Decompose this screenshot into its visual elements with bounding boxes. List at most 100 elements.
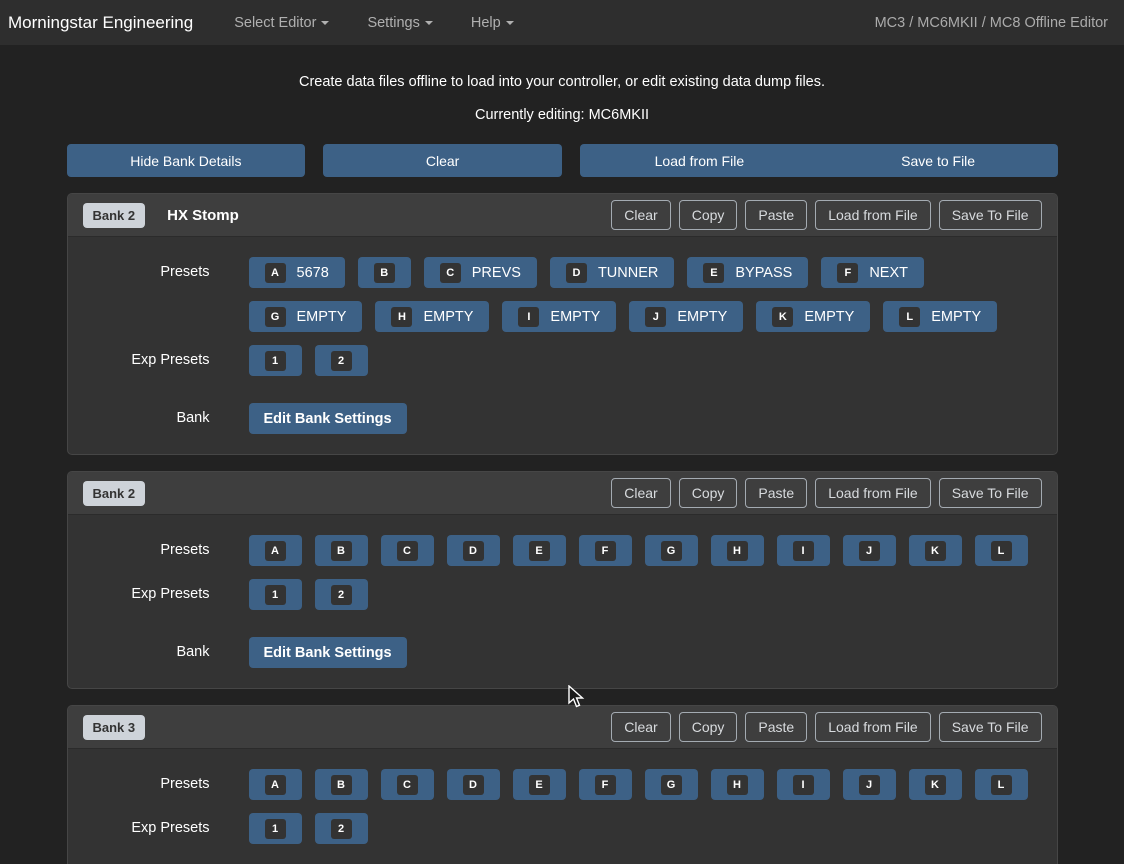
preset-name-label: TUNNER (598, 265, 658, 281)
preset-G-button[interactable]: G (645, 535, 698, 566)
bank-paste-button[interactable]: Paste (745, 478, 807, 508)
save-to-file-button[interactable]: Save to File (819, 144, 1058, 177)
exp-preset-buttons: 12 (249, 813, 1041, 857)
preset-F-button[interactable]: FNEXT (821, 257, 924, 288)
bank-panel-body: Presets ABCDEFGHIJKL Exp Presets 12 Bank… (68, 749, 1057, 864)
preset-D-button[interactable]: D (447, 769, 500, 800)
preset-I-button[interactable]: I (777, 769, 830, 800)
preset-D-button[interactable]: DTUNNER (550, 257, 674, 288)
bank-clear-button[interactable]: Clear (611, 200, 670, 230)
preset-J-button[interactable]: JEMPTY (629, 301, 743, 332)
preset-E-button[interactable]: EBYPASS (687, 257, 808, 288)
preset-key-badge: 2 (331, 351, 352, 371)
preset-F-button[interactable]: F (579, 535, 632, 566)
preset-key-badge: I (793, 775, 814, 795)
preset-C-button[interactable]: C (381, 535, 434, 566)
preset-J-button[interactable]: J (843, 535, 896, 566)
exp-preset-1-button[interactable]: 1 (249, 813, 302, 844)
nav-item-settings[interactable]: Settings (348, 7, 451, 39)
preset-B-button[interactable]: B (315, 769, 368, 800)
bank-save-to-file-button[interactable]: Save To File (939, 478, 1042, 508)
preset-name-label: EMPTY (423, 309, 473, 325)
bank-copy-button[interactable]: Copy (679, 478, 738, 508)
load-from-file-button[interactable]: Load from File (580, 144, 819, 177)
preset-key-badge: F (837, 263, 858, 283)
preset-K-button[interactable]: K (909, 535, 962, 566)
preset-name-label: BYPASS (735, 265, 792, 281)
preset-name-label: EMPTY (550, 309, 600, 325)
exp-presets-label: Exp Presets (84, 579, 249, 623)
preset-I-button[interactable]: I (777, 535, 830, 566)
nav-item-select-editor[interactable]: Select Editor (215, 7, 348, 39)
bank-load-from-file-button[interactable]: Load from File (815, 712, 930, 742)
bank-clear-button[interactable]: Clear (611, 712, 670, 742)
clear-all-button[interactable]: Clear (323, 144, 562, 177)
presets-row: Presets A5678BCPREVSDTUNNEREBYPASSFNEXTG… (84, 257, 1041, 345)
preset-key-badge: A (265, 775, 286, 795)
preset-L-button[interactable]: LEMPTY (883, 301, 997, 332)
bank-badge[interactable]: Bank 2 (83, 203, 146, 228)
bank-copy-button[interactable]: Copy (679, 200, 738, 230)
brand-title[interactable]: Morningstar Engineering (8, 13, 193, 33)
preset-G-button[interactable]: GEMPTY (249, 301, 363, 332)
exp-preset-2-button[interactable]: 2 (315, 813, 368, 844)
preset-A-button[interactable]: A5678 (249, 257, 345, 288)
preset-K-button[interactable]: KEMPTY (756, 301, 870, 332)
preset-L-button[interactable]: L (975, 535, 1028, 566)
preset-B-button[interactable]: B (358, 257, 411, 288)
bank-badge[interactable]: Bank 3 (83, 715, 146, 740)
exp-preset-1-button[interactable]: 1 (249, 579, 302, 610)
bank-load-from-file-button[interactable]: Load from File (815, 200, 930, 230)
bank-load-from-file-button[interactable]: Load from File (815, 478, 930, 508)
exp-preset-2-button[interactable]: 2 (315, 579, 368, 610)
bank-actions: Clear CopyPaste Load from File Save To File (611, 200, 1041, 230)
preset-H-button[interactable]: H (711, 769, 764, 800)
preset-G-button[interactable]: G (645, 769, 698, 800)
bank-save-to-file-button[interactable]: Save To File (939, 712, 1042, 742)
preset-key-badge: L (899, 307, 920, 327)
exp-preset-buttons: 12 (249, 345, 1041, 389)
preset-C-button[interactable]: CPREVS (424, 257, 537, 288)
preset-A-button[interactable]: A (249, 535, 302, 566)
bank-clear-button[interactable]: Clear (611, 478, 670, 508)
bank-settings-row: Bank Edit Bank Settings (84, 403, 1041, 434)
top-toolbar: Hide Bank Details Clear Load from File S… (67, 144, 1058, 177)
bank-label: Bank (84, 637, 249, 668)
exp-presets-label: Exp Presets (84, 813, 249, 857)
bank-copy-button[interactable]: Copy (679, 712, 738, 742)
preset-E-button[interactable]: E (513, 769, 566, 800)
edit-bank-settings-button[interactable]: Edit Bank Settings (249, 403, 407, 434)
edit-bank-settings-button[interactable]: Edit Bank Settings (249, 637, 407, 668)
preset-I-button[interactable]: IEMPTY (502, 301, 616, 332)
preset-key-badge: B (331, 541, 352, 561)
preset-key-badge: K (925, 775, 946, 795)
exp-preset-2-button[interactable]: 2 (315, 345, 368, 376)
preset-E-button[interactable]: E (513, 535, 566, 566)
exp-presets-row: Exp Presets 12 (84, 579, 1041, 623)
bank-paste-button[interactable]: Paste (745, 200, 807, 230)
preset-L-button[interactable]: L (975, 769, 1028, 800)
preset-K-button[interactable]: K (909, 769, 962, 800)
preset-key-badge: J (859, 775, 880, 795)
bank-panel: Bank 3 Clear CopyPaste Load from File Save … (67, 705, 1058, 864)
preset-B-button[interactable]: B (315, 535, 368, 566)
preset-F-button[interactable]: F (579, 769, 632, 800)
preset-name-label: EMPTY (677, 309, 727, 325)
preset-H-button[interactable]: HEMPTY (375, 301, 489, 332)
preset-H-button[interactable]: H (711, 535, 764, 566)
chevron-down-icon (425, 21, 433, 25)
exp-preset-buttons: 12 (249, 579, 1041, 623)
preset-A-button[interactable]: A (249, 769, 302, 800)
preset-D-button[interactable]: D (447, 535, 500, 566)
hide-bank-details-button[interactable]: Hide Bank Details (67, 144, 306, 177)
preset-key-badge: I (793, 541, 814, 561)
presets-label: Presets (84, 769, 249, 813)
preset-C-button[interactable]: C (381, 769, 434, 800)
bank-badge[interactable]: Bank 2 (83, 481, 146, 506)
preset-J-button[interactable]: J (843, 769, 896, 800)
bank-paste-button[interactable]: Paste (745, 712, 807, 742)
exp-preset-1-button[interactable]: 1 (249, 345, 302, 376)
exp-presets-row: Exp Presets 12 (84, 813, 1041, 857)
nav-item-help[interactable]: Help (452, 7, 533, 39)
bank-save-to-file-button[interactable]: Save To File (939, 200, 1042, 230)
